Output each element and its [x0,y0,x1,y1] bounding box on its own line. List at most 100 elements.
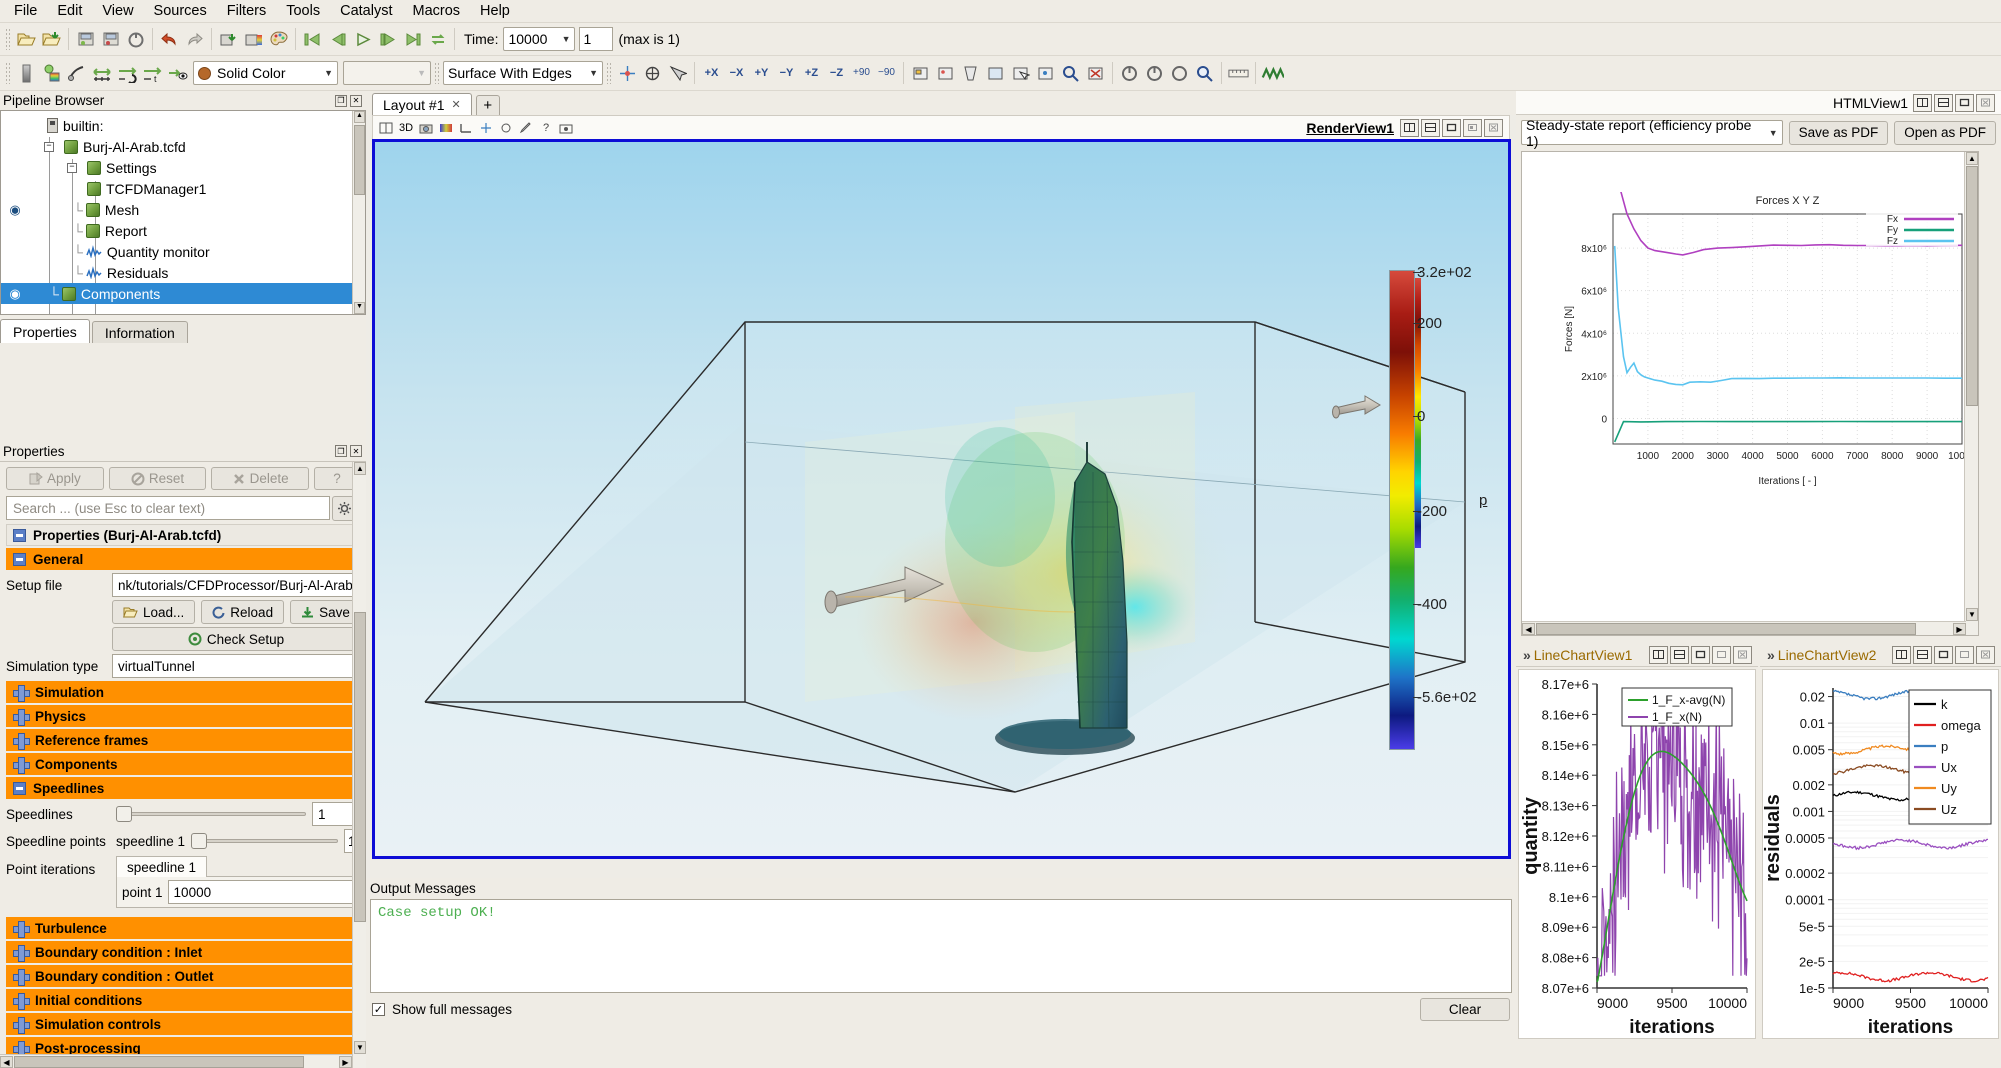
interactive-select-icon[interactable] [1008,61,1033,86]
ruler-icon[interactable] [1226,61,1251,86]
undock-icon[interactable] [1463,119,1482,137]
section-general[interactable]: General [6,548,360,570]
save-as-pdf-button[interactable]: Save as PDF [1789,121,1889,145]
axes-icon[interactable] [456,119,476,137]
show-full-messages-checkbox[interactable]: ✓ [372,1003,385,1016]
section-physics[interactable]: Physics [6,705,360,727]
edit-icon[interactable] [516,119,536,137]
scroll-thumb[interactable] [1536,623,1916,635]
reload-button[interactable]: Reload [201,600,284,624]
close-icon[interactable] [1484,119,1503,137]
scroll-up-arrow[interactable]: ▲ [354,111,365,123]
rotate-plus-90-icon[interactable]: +90 [849,61,874,86]
scroll-left-arrow[interactable]: ◀ [0,1056,13,1068]
show-center-axes-icon[interactable] [615,61,640,86]
connect-server-icon[interactable] [216,27,241,52]
rescale-data-range-icon[interactable] [89,61,114,86]
add-layout-button[interactable]: + [476,95,500,115]
speedline-points-slider[interactable] [191,831,338,851]
toggle-scalarbar-icon[interactable] [164,61,189,86]
save-button[interactable]: Save [290,600,361,624]
camera-undo-icon[interactable] [1117,61,1142,86]
scroll-up-arrow[interactable]: ▲ [354,462,366,475]
pipeline-item-tcfdmanager1[interactable]: TCFDManager1 [1,178,365,199]
report-select[interactable]: Steady-state report (efficiency probe 1)… [1521,120,1783,145]
rescale-range-icon[interactable] [39,61,64,86]
save-state-icon[interactable] [73,27,98,52]
close-icon[interactable]: ✕ [452,98,461,111]
menu-sources[interactable]: Sources [144,1,217,21]
frame-spinbox[interactable]: 1 [579,27,613,51]
open-recent-icon[interactable] [39,27,64,52]
scroll-thumb[interactable] [354,612,366,922]
output-messages-box[interactable]: Case setup OK! [370,899,1512,993]
split-horizontal-icon[interactable] [1670,646,1689,664]
scroll-thumb[interactable] [354,125,365,195]
close-icon[interactable]: ✕ [350,445,362,457]
menu-macros[interactable]: Macros [402,1,470,21]
reset-button[interactable]: Reset [109,467,207,490]
disconnect-server-icon[interactable] [241,27,266,52]
clear-selection-icon[interactable] [1083,61,1108,86]
load-state-icon[interactable] [98,27,123,52]
properties-group-header[interactable]: Properties (Burj-Al-Arab.tcfd) [6,524,360,546]
menu-catalyst[interactable]: Catalyst [330,1,402,21]
section-reference-frames[interactable]: Reference frames [6,729,360,751]
hover-points-icon[interactable] [1033,61,1058,86]
scroll-down-arrow[interactable]: ▼ [1966,608,1978,621]
representation-combo[interactable]: Surface With Edges ▼ [443,61,603,85]
delete-button[interactable]: Delete [211,467,309,490]
color-array-component-combo[interactable]: ▼ [343,61,431,85]
scroll-down-arrow[interactable]: ▼ [354,302,365,314]
expand-chevron-icon[interactable]: » [1763,647,1775,663]
speedlines-slider[interactable] [116,804,306,824]
pipeline-scrollbar[interactable]: ▲ ▼ [352,111,365,314]
tab-information[interactable]: Information [92,321,188,343]
view-minus-y-icon[interactable]: −Y [774,61,799,86]
close-icon[interactable] [1976,94,1995,112]
eye-icon[interactable]: ◉ [3,286,27,302]
setup-file-input[interactable]: nk/tutorials/CFDProcessor/Burj-Al-Arab [112,573,360,597]
undo-icon[interactable] [157,27,182,52]
close-icon[interactable] [1733,646,1752,664]
section-boundary-outlet[interactable]: Boundary condition : Outlet [6,965,360,987]
redo-icon[interactable] [182,27,207,52]
simulation-type-input[interactable]: virtualTunnel [112,654,360,678]
next-frame-icon[interactable] [375,27,400,52]
undock-icon[interactable] [1712,646,1731,664]
split-horizontal-icon[interactable] [1934,94,1953,112]
close-icon[interactable] [1976,646,1995,664]
maximize-icon[interactable] [1442,119,1461,137]
eye-icon[interactable]: ◉ [3,202,27,218]
split-vertical-icon[interactable] [1400,119,1419,137]
undock-icon[interactable] [1955,646,1974,664]
load-button[interactable]: Load... [112,600,195,624]
pick-center-icon[interactable] [665,61,690,86]
undock-icon[interactable]: ❐ [335,445,347,457]
view-plus-y-icon[interactable]: +Y [749,61,774,86]
scroll-down-arrow[interactable]: ▼ [354,1041,366,1054]
apply-button[interactable]: Apply [6,467,104,490]
select-points-icon[interactable] [933,61,958,86]
menu-file[interactable]: File [4,1,47,21]
expander-icon[interactable]: − [44,142,54,152]
rescale-custom-icon[interactable] [64,61,89,86]
pipeline-item-builtin[interactable]: builtin: [1,115,365,136]
section-simulation-controls[interactable]: Simulation controls [6,1013,360,1035]
report-hscrollbar[interactable]: ◀ ▶ [1522,621,1966,635]
maximize-icon[interactable] [1934,646,1953,664]
play-icon[interactable] [350,27,375,52]
zoom-closest-icon[interactable] [1192,61,1217,86]
expander-icon[interactable]: − [67,163,77,173]
zoom-to-box-icon[interactable] [1058,61,1083,86]
select-cells-icon[interactable] [908,61,933,86]
expand-chevron-icon[interactable]: » [1519,647,1531,663]
properties-vscrollbar[interactable]: ▲ ▼ [352,462,366,1068]
search-input[interactable]: Search ... (use Esc to clear text) [6,496,330,520]
toolbar-grip-4[interactable] [606,62,612,84]
edit-color-map-icon[interactable] [14,61,39,86]
toolbar-grip-3[interactable] [434,62,440,84]
split-vertical-icon[interactable] [1892,646,1911,664]
camera-redo-icon[interactable] [1142,61,1167,86]
pipeline-item-quantity-monitor[interactable]: └ Quantity monitor [1,241,365,262]
